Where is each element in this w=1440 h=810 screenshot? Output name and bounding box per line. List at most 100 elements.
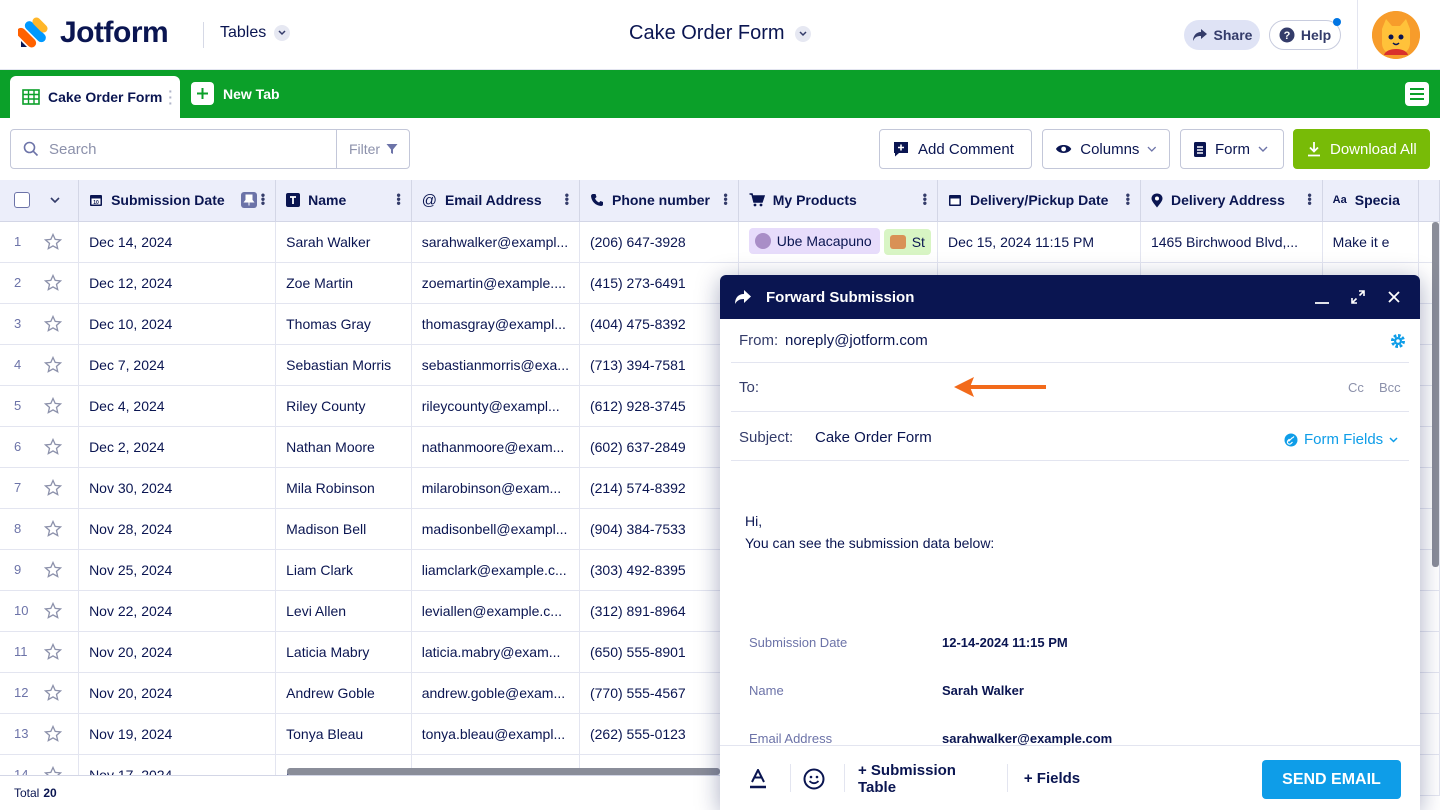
kebab-icon[interactable]: • • • bbox=[923, 189, 927, 209]
submission-date-cell[interactable]: Dec 7, 2024 bbox=[78, 344, 277, 386]
star-icon[interactable] bbox=[44, 232, 62, 251]
table-row[interactable]: 1 Dec 14, 2024 Sarah Walker sarahwalker@exa… bbox=[0, 221, 1440, 263]
close-icon[interactable] bbox=[1379, 275, 1409, 319]
filter-button[interactable]: Filter bbox=[336, 130, 410, 168]
download-all-button[interactable]: Download All bbox=[1293, 129, 1430, 169]
name-cell[interactable]: Andrew Goble bbox=[275, 672, 412, 714]
row-number-cell[interactable]: 3 bbox=[0, 303, 80, 345]
column-header-submission-date[interactable]: 10 Submission Date • • • bbox=[78, 180, 277, 222]
new-tab-button[interactable]: New Tab bbox=[191, 82, 280, 105]
row-number-cell[interactable]: 2 bbox=[0, 262, 80, 304]
email-cell[interactable]: milarobinson@exam... bbox=[411, 467, 580, 509]
send-email-button[interactable]: SEND EMAIL bbox=[1262, 760, 1401, 799]
phone-cell[interactable]: (206) 647-3928 bbox=[579, 221, 739, 263]
delivery-date-cell[interactable]: Dec 15, 2024 11:15 PM bbox=[937, 221, 1141, 263]
form-fields-dropdown[interactable]: Form Fields bbox=[1284, 431, 1398, 448]
name-cell[interactable]: Thomas Gray bbox=[275, 303, 412, 345]
star-icon[interactable] bbox=[44, 642, 62, 661]
email-cell[interactable]: rileycounty@exampl... bbox=[411, 385, 580, 427]
submission-date-cell[interactable]: Dec 4, 2024 bbox=[78, 385, 277, 427]
delivery-address-cell[interactable]: 1465 Birchwood Blvd,... bbox=[1140, 221, 1323, 263]
search-input[interactable] bbox=[49, 140, 319, 158]
submission-date-cell[interactable]: Nov 25, 2024 bbox=[78, 549, 277, 591]
email-cell[interactable]: leviallen@example.c... bbox=[411, 590, 580, 632]
column-header-delivery-date[interactable]: Delivery/Pickup Date • • • bbox=[937, 180, 1141, 222]
star-icon[interactable] bbox=[44, 355, 62, 374]
row-number-cell[interactable]: 9 bbox=[0, 549, 80, 591]
star-icon[interactable] bbox=[44, 396, 62, 415]
column-header-email[interactable]: @ Email Address • • • bbox=[411, 180, 580, 222]
phone-cell[interactable]: (713) 394-7581 bbox=[579, 344, 739, 386]
star-icon[interactable] bbox=[44, 273, 62, 292]
form-title-switcher[interactable]: Cake Order Form bbox=[629, 22, 811, 45]
submission-date-cell[interactable]: Nov 20, 2024 bbox=[78, 672, 277, 714]
submission-date-cell[interactable]: Nov 19, 2024 bbox=[78, 713, 277, 755]
submission-date-cell[interactable]: Nov 22, 2024 bbox=[78, 590, 277, 632]
kebab-icon[interactable]: • • • bbox=[1307, 189, 1311, 209]
star-icon[interactable] bbox=[44, 601, 62, 620]
name-cell[interactable]: Madison Bell bbox=[275, 508, 412, 550]
products-cell[interactable]: Ube Macapuno St bbox=[738, 221, 938, 263]
name-cell[interactable]: Zoe Martin bbox=[275, 262, 412, 304]
row-number-cell[interactable]: 11 bbox=[0, 631, 80, 673]
submission-date-cell[interactable]: Nov 20, 2024 bbox=[78, 631, 277, 673]
hamburger-menu-icon[interactable] bbox=[1405, 82, 1429, 106]
column-header-delivery-address[interactable]: Delivery Address • • • bbox=[1140, 180, 1323, 222]
kebab-icon[interactable]: • • • bbox=[1126, 189, 1130, 209]
submission-date-cell[interactable]: Dec 14, 2024 bbox=[78, 221, 277, 263]
submission-date-cell[interactable]: Dec 12, 2024 bbox=[78, 262, 277, 304]
row-number-cell[interactable]: 5 bbox=[0, 385, 80, 427]
name-cell[interactable]: Laticia Mabry bbox=[275, 631, 412, 673]
kebab-icon[interactable]: • • • bbox=[565, 189, 569, 209]
email-cell[interactable]: liamclark@example.c... bbox=[411, 549, 580, 591]
phone-cell[interactable]: (650) 555-8901 bbox=[579, 631, 739, 673]
submission-date-cell[interactable]: Nov 30, 2024 bbox=[78, 467, 277, 509]
phone-cell[interactable]: (404) 475-8392 bbox=[579, 303, 739, 345]
column-header-phone[interactable]: Phone number • • • bbox=[579, 180, 739, 222]
kebab-icon[interactable]: • • • bbox=[261, 189, 265, 209]
chevron-down-icon[interactable] bbox=[50, 197, 60, 204]
row-number-cell[interactable]: 4 bbox=[0, 344, 80, 386]
tab-cake-order-form[interactable]: Cake Order Form · · · bbox=[10, 76, 180, 118]
columns-button[interactable]: Columns bbox=[1042, 129, 1170, 169]
phone-cell[interactable]: (303) 492-8395 bbox=[579, 549, 739, 591]
to-row[interactable]: To: Cc Bcc bbox=[731, 363, 1409, 412]
avatar[interactable] bbox=[1372, 11, 1420, 59]
name-cell[interactable]: Nathan Moore bbox=[275, 426, 412, 468]
kebab-icon[interactable]: · · · bbox=[168, 84, 173, 110]
add-submission-table-button[interactable]: + Submission Table bbox=[858, 746, 993, 810]
select-all-checkbox[interactable] bbox=[14, 192, 30, 209]
phone-cell[interactable]: (415) 273-6491 bbox=[579, 262, 739, 304]
star-icon[interactable] bbox=[44, 683, 62, 702]
kebab-icon[interactable]: • • • bbox=[397, 189, 401, 209]
phone-cell[interactable]: (312) 891-8964 bbox=[579, 590, 739, 632]
row-number-cell[interactable]: 8 bbox=[0, 508, 80, 550]
add-comment-button[interactable]: Add Comment bbox=[879, 129, 1032, 169]
gear-icon[interactable] bbox=[1390, 333, 1406, 349]
email-cell[interactable]: zoemartin@example.... bbox=[411, 262, 580, 304]
product-tag[interactable]: Ube Macapuno bbox=[748, 228, 880, 254]
name-cell[interactable]: Mila Robinson bbox=[275, 467, 412, 509]
phone-cell[interactable]: (602) 637-2849 bbox=[579, 426, 739, 468]
email-cell[interactable]: thomasgray@exampl... bbox=[411, 303, 580, 345]
email-cell[interactable]: madisonbell@exampl... bbox=[411, 508, 580, 550]
phone-cell[interactable]: (770) 555-4567 bbox=[579, 672, 739, 714]
column-header-name[interactable]: Name • • • bbox=[275, 180, 412, 222]
email-cell[interactable]: tonya.bleau@exampl... bbox=[411, 713, 580, 755]
expand-icon[interactable] bbox=[1343, 275, 1373, 319]
bcc-button[interactable]: Bcc bbox=[1379, 380, 1401, 395]
submission-date-cell[interactable]: Dec 10, 2024 bbox=[78, 303, 277, 345]
horizontal-scrollbar[interactable] bbox=[287, 768, 720, 775]
star-icon[interactable] bbox=[44, 560, 62, 579]
text-format-icon[interactable] bbox=[738, 746, 778, 810]
email-cell[interactable]: andrew.goble@exam... bbox=[411, 672, 580, 714]
name-cell[interactable]: Riley County bbox=[275, 385, 412, 427]
email-cell[interactable]: sebastianmorris@exa... bbox=[411, 344, 580, 386]
share-button[interactable]: Share bbox=[1184, 20, 1260, 50]
star-icon[interactable] bbox=[44, 478, 62, 497]
phone-cell[interactable]: (262) 555-0123 bbox=[579, 713, 739, 755]
row-number-cell[interactable]: 10 bbox=[0, 590, 80, 632]
kebab-icon[interactable]: • • • bbox=[724, 189, 728, 209]
pin-icon[interactable] bbox=[240, 192, 257, 209]
column-header-special[interactable]: Aa Specia bbox=[1322, 180, 1420, 222]
